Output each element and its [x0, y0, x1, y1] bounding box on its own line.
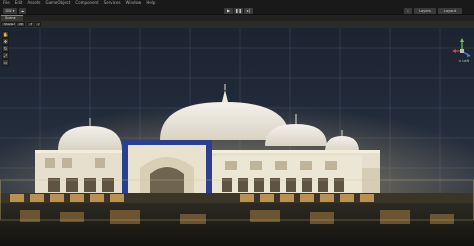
- pause-icon[interactable]: ❚❚: [234, 7, 243, 14]
- hand-tool-icon[interactable]: ✋: [2, 31, 9, 38]
- tool-strip: ✋ ✥ ↻ ⤢ ▭: [2, 31, 9, 66]
- step-icon[interactable]: ▸|: [244, 7, 253, 14]
- search-icon[interactable]: ⌕: [404, 7, 412, 14]
- rotate-tool-icon[interactable]: ↻: [2, 45, 9, 52]
- account-dropdown[interactable]: DW ▾: [3, 7, 17, 14]
- scene-viewport[interactable]: [0, 28, 474, 246]
- shading-mode-dropdown[interactable]: Shaded: [1, 22, 15, 27]
- cloud-icon[interactable]: ☁: [19, 7, 26, 14]
- main-toolbar: DW ▾ ☁ ▶ ❚❚ ▸| ⌕ Layers Layout: [0, 6, 474, 15]
- layers-dropdown[interactable]: Layers: [414, 7, 436, 14]
- scene-toolbar: Shaded 2D ☀ ♪: [0, 21, 474, 28]
- move-tool-icon[interactable]: ✥: [2, 38, 9, 45]
- play-icon[interactable]: ▶: [224, 7, 233, 14]
- scene-tab-label: Scene: [5, 16, 16, 20]
- scale-tool-icon[interactable]: ⤢: [2, 52, 9, 59]
- audio-toggle-icon[interactable]: ♪: [35, 22, 41, 27]
- layout-dropdown[interactable]: Layout: [438, 7, 462, 14]
- play-controls: ▶ ❚❚ ▸|: [224, 7, 253, 14]
- rect-tool-icon[interactable]: ▭: [2, 59, 9, 66]
- lighting-toggle-icon[interactable]: ☀: [27, 22, 33, 27]
- scene-render: [0, 28, 474, 246]
- gizmo-view-label[interactable]: < Left: [458, 59, 469, 63]
- 2d-toggle[interactable]: 2D: [16, 22, 25, 27]
